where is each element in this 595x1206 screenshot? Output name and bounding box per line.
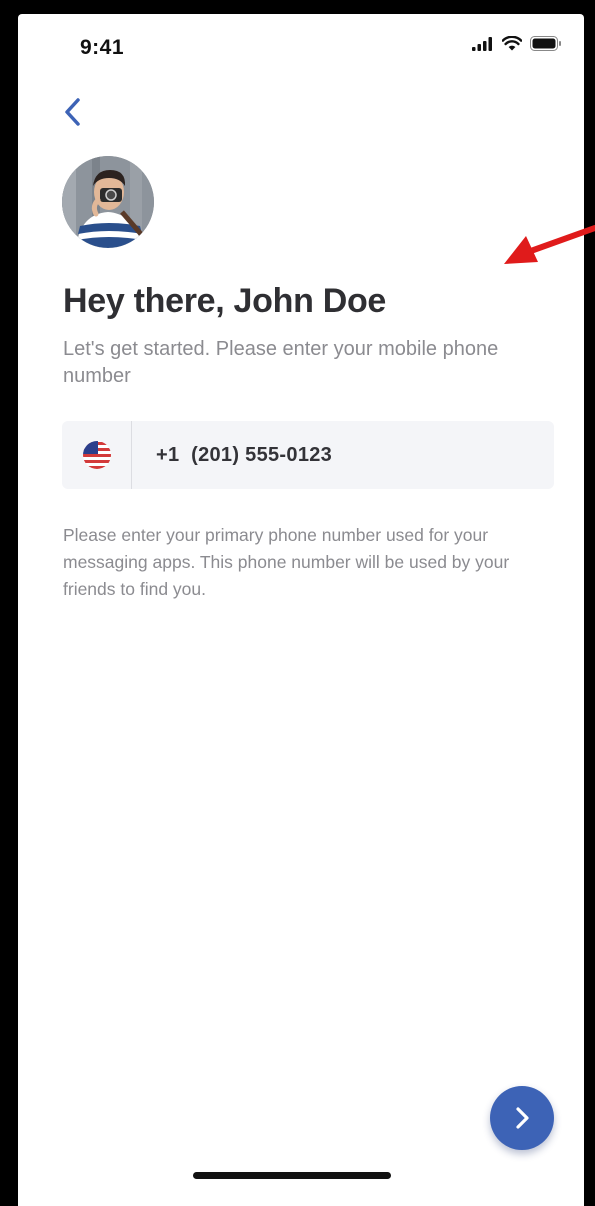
country-code-selector[interactable] <box>62 421 132 489</box>
cellular-signal-icon <box>472 36 492 51</box>
device-bezel-left <box>0 14 18 1206</box>
annotation-arrow-icon <box>504 225 595 264</box>
status-icons <box>472 36 562 51</box>
chevron-left-icon <box>65 98 80 126</box>
phone-number-input[interactable] <box>154 442 538 468</box>
page-title: Hey there, John Doe <box>63 282 387 320</box>
home-indicator[interactable] <box>193 1172 391 1179</box>
status-time: 9:41 <box>80 36 125 59</box>
device-bezel-right <box>584 14 595 1206</box>
battery-icon <box>530 36 561 51</box>
avatar <box>62 156 154 248</box>
user-photo-avatar <box>62 156 154 248</box>
next-button[interactable] <box>490 1086 554 1150</box>
help-text: Please enter your primary phone number u… <box>63 525 510 599</box>
back-button[interactable] <box>56 94 88 130</box>
phone-number-field <box>62 421 554 489</box>
us-flag-icon <box>82 441 111 469</box>
phone-screen: 9:41 Hey there, John Doe Let's get start… <box>18 14 584 1206</box>
page-subtitle: Let's get started. Please enter your mob… <box>63 338 499 387</box>
status-bar: 9:41 <box>18 14 584 72</box>
wifi-icon <box>502 36 522 51</box>
chevron-right-icon <box>516 1107 529 1129</box>
